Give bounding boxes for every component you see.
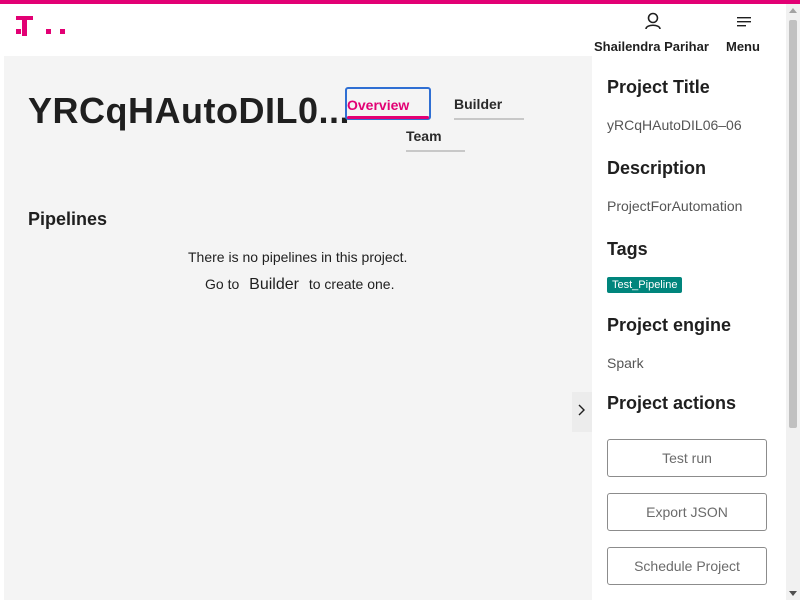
project-title-value: yRCqHAutoDIL06–06 <box>607 117 742 133</box>
scrollbar-thumb[interactable] <box>789 20 797 428</box>
tab-overview[interactable]: Overview <box>345 87 431 120</box>
empty-pipelines-hint: Go to Builder to create one. <box>205 276 394 294</box>
schedule-project-button[interactable]: Schedule Project <box>607 547 767 585</box>
tags-heading: Tags <box>607 239 648 259</box>
empty-pipelines-message: There is no pipelines in this project. <box>188 249 408 265</box>
user-name: Shailendra Parihar <box>594 39 709 54</box>
project-actions-heading: Project actions <box>607 393 737 413</box>
tab-overview-label: Overview <box>347 97 410 113</box>
app-header: Shailendra Parihar Menu <box>0 4 786 56</box>
scroll-down-arrow-icon[interactable] <box>789 591 797 596</box>
project-details-sidebar: Project Title yRCqHAutoDIL06–06 Descript… <box>592 56 786 600</box>
hamburger-menu-icon <box>737 15 751 27</box>
page-scrollbar[interactable] <box>786 4 800 600</box>
tab-builder-label: Builder <box>454 96 503 112</box>
project-overview-panel: YRCqHAutoDIL0... Overview Builder Team P… <box>4 56 592 600</box>
menu-label: Menu <box>726 39 760 54</box>
hint-prefix: Go to <box>205 276 240 292</box>
tag-badge: Test_Pipeline <box>607 277 683 293</box>
user-icon <box>645 12 661 30</box>
menu-button[interactable]: Menu <box>726 12 766 56</box>
project-engine-heading: Project engine <box>607 315 732 335</box>
project-title-heading: Project Title <box>607 77 710 97</box>
pipelines-heading: Pipelines <box>28 209 108 229</box>
tab-team[interactable]: Team <box>406 128 465 152</box>
telekom-t-logo-icon[interactable] <box>14 12 74 44</box>
description-value: ProjectForAutomation <box>607 198 743 214</box>
tab-builder[interactable]: Builder <box>454 96 524 120</box>
scroll-up-arrow-icon[interactable] <box>789 8 797 13</box>
chevron-right-icon <box>577 403 587 421</box>
builder-link[interactable]: Builder <box>249 276 299 293</box>
hint-suffix: to create one. <box>308 276 395 292</box>
description-heading: Description <box>607 158 707 178</box>
tab-team-label: Team <box>406 128 442 144</box>
project-name-heading: YRCqHAutoDIL0... <box>28 90 350 131</box>
sidebar-toggle-button[interactable] <box>572 392 592 432</box>
user-profile-button[interactable]: Shailendra Parihar <box>594 12 714 56</box>
active-tab-indicator <box>347 116 429 119</box>
project-engine-value: Spark <box>607 355 644 371</box>
export-json-button[interactable]: Export JSON <box>607 493 767 531</box>
test-run-button[interactable]: Test run <box>607 439 767 477</box>
